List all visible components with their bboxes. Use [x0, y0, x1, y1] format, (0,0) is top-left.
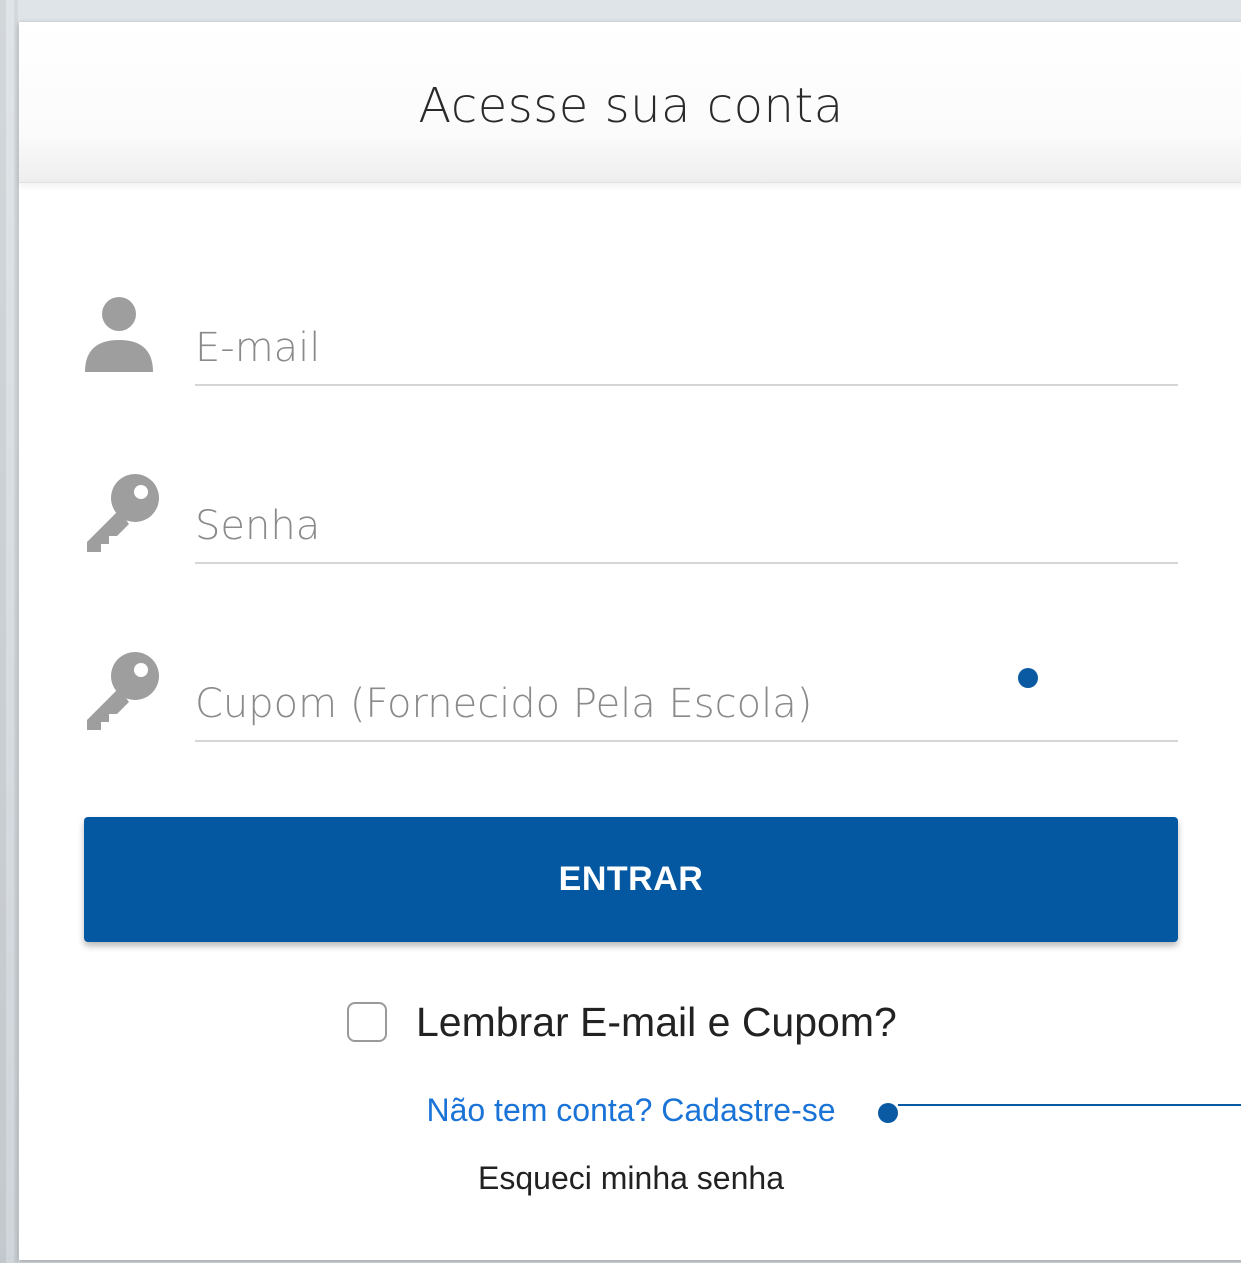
- page-title: Acesse sua conta: [418, 78, 844, 134]
- coupon-row: [83, 646, 1179, 756]
- enter-button[interactable]: ENTRAR: [84, 817, 1178, 942]
- email-field[interactable]: [195, 318, 1178, 386]
- login-card: Acesse sua conta ENTRAR Lembrar E-mail e…: [19, 22, 1241, 1260]
- forgot-password-link[interactable]: Esqueci minha senha: [19, 1160, 1241, 1197]
- annotation-dot: [1018, 668, 1038, 688]
- email-row: [83, 290, 1179, 400]
- annotation-dot: [878, 1103, 898, 1123]
- key-icon: [87, 652, 159, 730]
- remember-option: Lembrar E-mail e Cupom?: [347, 997, 897, 1047]
- user-icon: [85, 297, 153, 372]
- remember-checkbox[interactable]: [347, 1002, 387, 1042]
- annotation-line: [898, 1104, 1241, 1106]
- remember-label[interactable]: Lembrar E-mail e Cupom?: [416, 999, 897, 1046]
- password-field[interactable]: [195, 496, 1178, 564]
- password-row: [83, 468, 1179, 578]
- signup-link[interactable]: Não tem conta? Cadastre-se: [19, 1092, 1241, 1129]
- key-icon: [87, 474, 159, 552]
